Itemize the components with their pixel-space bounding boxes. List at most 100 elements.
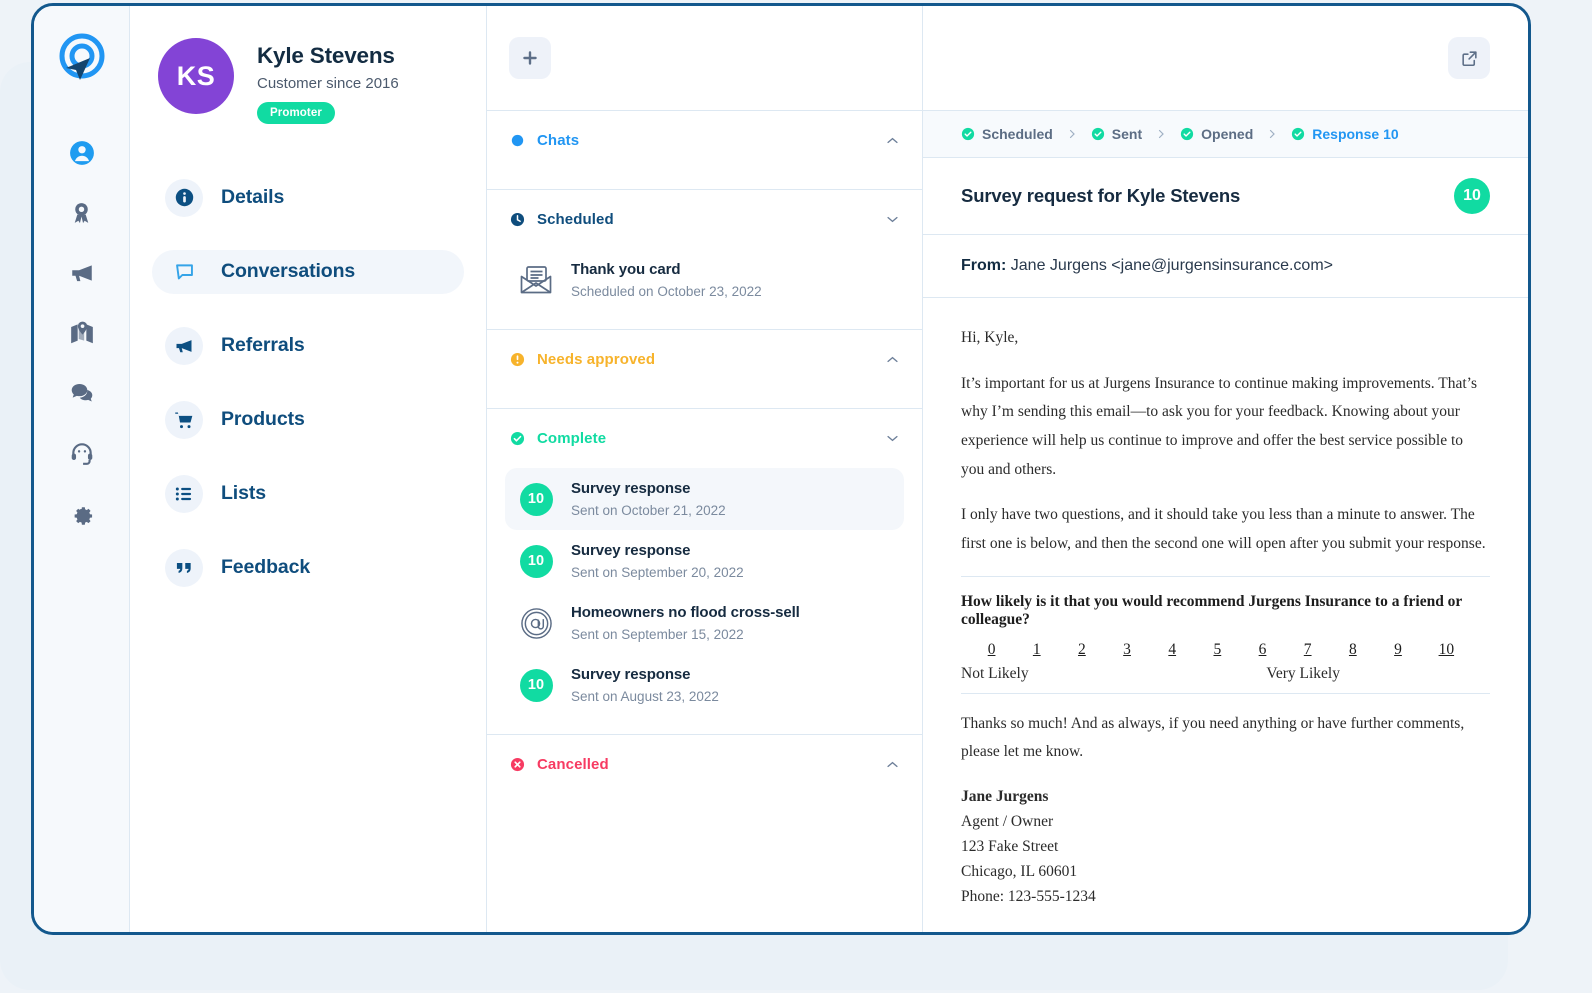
- rail-item-contacts[interactable]: [64, 135, 100, 171]
- nps-option-4[interactable]: 4: [1168, 641, 1177, 659]
- megaphone-icon: [165, 326, 203, 365]
- section-header-chats[interactable]: Chats: [487, 111, 922, 189]
- section-title: Chats: [537, 132, 580, 149]
- chevron-down-icon[interactable]: [885, 212, 900, 227]
- open-envelope-icon: [517, 261, 555, 299]
- rail-item-settings[interactable]: [64, 495, 100, 531]
- chevron-right-icon: [1066, 128, 1078, 140]
- quote-icon: [165, 548, 203, 587]
- sidebar-item-details[interactable]: Details: [152, 176, 464, 220]
- rail-item-map[interactable]: [64, 315, 100, 351]
- list-item-subtitle: Sent on October 21, 2022: [571, 503, 726, 518]
- conversations-toolbar: [487, 6, 922, 111]
- nps-option-6[interactable]: 6: [1258, 641, 1267, 659]
- nps-option-7[interactable]: 7: [1303, 641, 1312, 659]
- list-item[interactable]: Thank you card Scheduled on October 23, …: [505, 249, 904, 311]
- section-scheduled: Scheduled Thank you card Scheduled on Oc…: [487, 190, 922, 330]
- nps-score: 10: [519, 668, 553, 702]
- sidebar-item-label: Conversations: [221, 260, 356, 283]
- list-item-title: Survey response: [571, 542, 691, 559]
- sidebar-item-products[interactable]: Products: [152, 398, 464, 442]
- breadcrumb: Scheduled Sent Opened Response 10: [923, 111, 1528, 158]
- email-signature: Jane Jurgens Agent / Owner 123 Fake Stre…: [961, 784, 1490, 910]
- nps-anchor-labels: Not Likely Very Likely: [961, 665, 1490, 683]
- chevron-down-icon[interactable]: [885, 431, 900, 446]
- section-header-cancelled[interactable]: Cancelled: [487, 735, 922, 813]
- sidebar-item-label: Details: [221, 186, 285, 209]
- chevron-up-icon[interactable]: [885, 352, 900, 367]
- nps-option-3[interactable]: 3: [1122, 641, 1131, 659]
- sidebar-item-label: Feedback: [221, 556, 311, 579]
- list-item[interactable]: 10 Survey response Sent on September 20,…: [505, 530, 904, 592]
- from-value: Jane Jurgens <jane@jurgensinsurance.com>: [1010, 257, 1333, 274]
- open-external-icon: [1461, 50, 1477, 66]
- nps-option-2[interactable]: 2: [1077, 641, 1086, 659]
- status-badge: Promoter: [257, 101, 335, 124]
- rail-item-messages[interactable]: [64, 375, 100, 411]
- sidebar-item-label: Products: [221, 408, 305, 431]
- list-item[interactable]: 10 Survey response Sent on August 23, 20…: [505, 654, 904, 716]
- signature-title: Agent / Owner: [961, 813, 1054, 831]
- conversations-column: Chats Scheduled Thank you card Scheduled…: [487, 6, 923, 932]
- breadcrumb-item-response[interactable]: Response 10: [1291, 126, 1399, 142]
- score-bubble-icon: 10: [517, 666, 555, 704]
- section-needs-approved: Needs approved: [487, 330, 922, 409]
- icon-rail: [34, 6, 130, 932]
- section-body-scheduled: Thank you card Scheduled on October 23, …: [487, 249, 922, 329]
- page-title: Kyle Stevens: [257, 43, 395, 68]
- email-paragraph-1: It’s important for us at Jurgens Insuran…: [961, 374, 1477, 478]
- nps-option-0[interactable]: 0: [987, 641, 996, 659]
- breadcrumb-item-scheduled[interactable]: Scheduled: [961, 126, 1053, 142]
- section-title: Complete: [537, 430, 607, 447]
- score-bubble-icon: 10: [517, 480, 555, 518]
- nps-option-10[interactable]: 10: [1439, 641, 1455, 659]
- chat-square-icon: [165, 253, 203, 291]
- breadcrumb-item-sent[interactable]: Sent: [1091, 126, 1142, 142]
- section-title: Scheduled: [537, 211, 614, 228]
- email-closing: Thanks so much! And as always, if you ne…: [961, 714, 1465, 761]
- divider: [961, 692, 1490, 694]
- avatar: KS: [158, 38, 234, 114]
- divider: [961, 575, 1490, 577]
- add-conversation-button[interactable]: [509, 37, 551, 79]
- rail-item-support[interactable]: [64, 435, 100, 471]
- section-header-scheduled[interactable]: Scheduled: [487, 190, 922, 249]
- filled-circle-icon: [509, 132, 526, 149]
- rail-item-rewards[interactable]: [64, 195, 100, 231]
- profile-subtitle: Customer since 2016: [257, 74, 399, 92]
- list-icon: [165, 474, 203, 513]
- section-title: Cancelled: [537, 756, 609, 773]
- sidebar-item-referrals[interactable]: Referrals: [152, 324, 464, 368]
- nps-question: How likely is it that you would recommen…: [961, 592, 1463, 628]
- nps-option-5[interactable]: 5: [1213, 641, 1222, 659]
- nps-option-1[interactable]: 1: [1032, 641, 1041, 659]
- sidebar-item-feedback[interactable]: Feedback: [152, 546, 464, 590]
- x-circle-icon: [509, 756, 526, 773]
- list-item[interactable]: 10 Survey response Sent on October 21, 2…: [505, 468, 904, 530]
- list-item-subtitle: Sent on September 15, 2022: [571, 627, 744, 642]
- list-item-text: Survey response Sent on October 21, 2022: [571, 480, 726, 518]
- open-external-button[interactable]: [1448, 37, 1490, 79]
- signature-phone: Phone: 123-555-1234: [961, 888, 1096, 906]
- sidebar-item-conversations[interactable]: Conversations: [152, 249, 464, 294]
- nps-option-9[interactable]: 9: [1393, 641, 1402, 659]
- signature-street: 123 Fake Street: [961, 838, 1059, 856]
- rail-item-campaigns[interactable]: [64, 255, 100, 291]
- chevron-up-icon[interactable]: [885, 133, 900, 148]
- nps-option-8[interactable]: 8: [1348, 641, 1357, 659]
- nps-score: 10: [519, 482, 553, 516]
- section-cancelled: Cancelled: [487, 735, 922, 813]
- app-window: KS Kyle Stevens Customer since 2016 Prom…: [31, 3, 1531, 935]
- breadcrumb-label: Sent: [1111, 126, 1143, 142]
- sidebar-item-lists[interactable]: Lists: [152, 472, 464, 516]
- nps-score: 10: [519, 544, 553, 578]
- alert-circle-icon: [509, 351, 526, 368]
- list-item[interactable]: Homeowners no flood cross-sell Sent on S…: [505, 592, 904, 654]
- chevron-up-icon[interactable]: [885, 757, 900, 772]
- section-header-complete[interactable]: Complete: [487, 409, 922, 468]
- chevron-right-icon: [1155, 128, 1167, 140]
- breadcrumb-item-opened[interactable]: Opened: [1180, 126, 1253, 142]
- nps-score-badge: 10: [1454, 178, 1490, 214]
- email-body: Hi, Kyle, It’s important for us at Jurge…: [923, 298, 1528, 932]
- section-header-needs-approved[interactable]: Needs approved: [487, 330, 922, 408]
